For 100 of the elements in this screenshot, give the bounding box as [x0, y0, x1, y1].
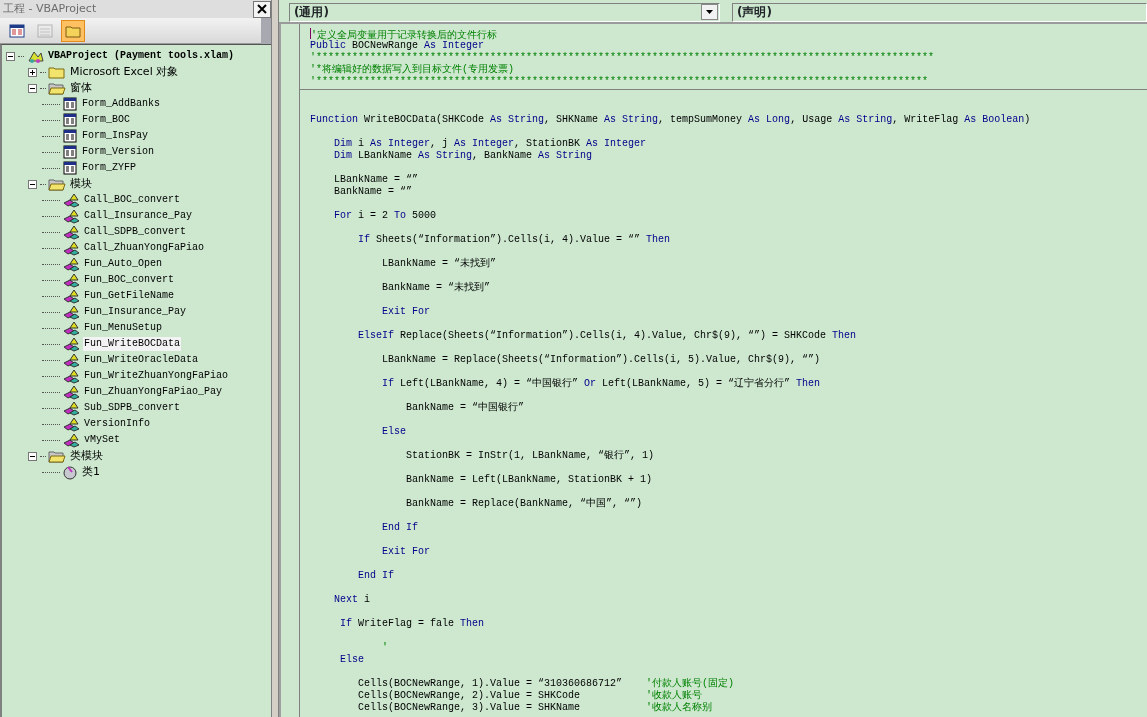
- code-line: If WriteFlag = fale Then: [339, 618, 486, 630]
- tree-item[interactable]: Fun_BOC_convert: [83, 273, 175, 287]
- caret-icon: [706, 10, 713, 14]
- tree-item[interactable]: Fun_WriteZhuanYongFaPiao: [83, 369, 230, 383]
- collapse-icon[interactable]: [28, 179, 37, 189]
- code-line: For i = 2 To 5000: [333, 210, 438, 222]
- expand-icon[interactable]: [28, 67, 37, 77]
- code-line: Cells(BOCNewRange, 2).Value = SHKCode '收款人账号: [357, 690, 704, 702]
- code-line: BankName = “”: [333, 186, 414, 198]
- code-line: '定义全局变量用于记录转换后的文件行标: [310, 28, 498, 40]
- module-icon: [62, 320, 80, 336]
- module-icon: [62, 288, 80, 304]
- code-line: LBankName = Replace(Sheets(“Information”).Cells(i, 5).Value, Chr$(9), “”): [381, 354, 822, 366]
- code-line: BankName = Left(LBankName, StationBK + 1): [405, 474, 654, 486]
- code-line: End If: [381, 522, 420, 534]
- code-line: ElseIf Replace(Sheets(“Information”).Cells(i, 4).Value, Chr$(9), “”) = SHKCode Then: [357, 330, 858, 342]
- module-icon: [62, 240, 80, 256]
- code-line: Next i: [333, 594, 372, 606]
- code-line: BankName = “中国银行”: [405, 402, 526, 414]
- module-icon: [62, 224, 80, 240]
- module-icon: [62, 336, 80, 352]
- tree-item[interactable]: 类模块: [69, 449, 104, 463]
- code-line: Cells(BOCNewRange, 3).Value = SHKName '收款人名称别: [357, 702, 714, 714]
- window-title: 工程 - VBAProject: [3, 0, 97, 17]
- code-line: LBankName = “未找到”: [381, 258, 498, 270]
- tree-item[interactable]: Fun_MenuSetup: [83, 321, 163, 335]
- open-folder-icon: [48, 448, 66, 464]
- module-icon: [62, 256, 80, 272]
- form-icon: [62, 96, 78, 112]
- class-module-icon: [62, 464, 78, 480]
- tree-item[interactable]: Form_AddBanks: [81, 97, 161, 111]
- tree-item[interactable]: 模块: [69, 177, 93, 191]
- module-icon: [62, 304, 80, 320]
- form-icon: [62, 112, 78, 128]
- tree-item[interactable]: Call_SDPB_convert: [83, 225, 188, 239]
- collapse-icon[interactable]: [6, 51, 15, 61]
- module-icon: [62, 368, 80, 384]
- code-line: Dim LBankName As String, BankName As String: [333, 150, 594, 162]
- code-line: '******************************************************************************************************: [310, 76, 930, 88]
- code-line: ': [381, 642, 389, 654]
- code-line: Function WriteBOCData(SHKCode As String, SHKName As String, tempSumMoney As Long, Usage As String, WriteFlag As Boolean): [310, 114, 1032, 126]
- code-line: BankName = “未找到”: [381, 282, 492, 294]
- folder-icon: [48, 64, 66, 80]
- open-folder-icon: [48, 80, 66, 96]
- module-icon: [62, 384, 80, 400]
- code-line: BankName = Replace(BankName, “中国”, “”): [405, 498, 644, 510]
- tree-item[interactable]: Call_Insurance_Pay: [83, 209, 194, 223]
- module-icon: [62, 432, 80, 448]
- tree-item[interactable]: Fun_Insurance_Pay: [83, 305, 188, 319]
- code-line: Public BOCNewRange As Integer: [310, 40, 485, 52]
- tree-item[interactable]: 窗体: [69, 81, 93, 95]
- code-line: '*******************************************************************************************************: [310, 52, 936, 64]
- tree-item[interactable]: Fun_GetFileName: [83, 289, 175, 303]
- form-view-icon: [37, 22, 53, 39]
- code-line: Else: [339, 654, 365, 666]
- form-icon: [62, 160, 78, 176]
- toolbar-grip[interactable]: [261, 18, 271, 44]
- collapse-icon[interactable]: [28, 83, 37, 93]
- tree-item[interactable]: VBAProject (Payment tools.xlam): [47, 49, 236, 63]
- module-icon: [62, 352, 80, 368]
- close-button[interactable]: [253, 0, 271, 18]
- tree-item[interactable]: 类1: [81, 465, 101, 479]
- code-line: Else: [381, 426, 407, 438]
- module-icon: [62, 192, 80, 208]
- code-line: If Left(LBankName, 4) = “中国银行” Or Left(LBankName, 5) = “辽宁省分行” Then: [381, 378, 822, 390]
- tree-item[interactable]: Fun_Auto_Open: [83, 257, 163, 271]
- tree-item[interactable]: vMySet: [83, 433, 121, 447]
- tree-item[interactable]: Microsoft Excel 对象: [69, 65, 180, 79]
- tree-item[interactable]: Sub_SDPB_convert: [83, 401, 181, 415]
- module-icon: [62, 208, 80, 224]
- code-line: Cells(BOCNewRange, 1).Value = “310360686712” '付款人账号(固定): [357, 678, 736, 690]
- tree-item[interactable]: Call_BOC_convert: [83, 193, 181, 207]
- tree-item[interactable]: Call_ZhuanYongFaPiao: [83, 241, 206, 255]
- dropdown-button[interactable]: [701, 4, 718, 20]
- code-line: '*将编辑好的数据写入到目标文件(专用发票): [310, 64, 515, 76]
- tree-item[interactable]: Form_BOC: [81, 113, 131, 127]
- module-icon: [62, 400, 80, 416]
- procedure-dropdown[interactable]: (声明): [732, 2, 1147, 22]
- code-view-icon: [9, 22, 25, 39]
- module-icon: [62, 416, 80, 432]
- code-line: LBankName = “”: [333, 174, 420, 186]
- tree-item[interactable]: Form_ZYFP: [81, 161, 137, 175]
- open-folder-icon: [48, 176, 66, 192]
- code-line: If Sheets(“Information”).Cells(i, 4).Value = “” Then: [357, 234, 672, 246]
- tree-item[interactable]: Form_InsPay: [81, 129, 149, 143]
- tree-item[interactable]: Form_Version: [81, 145, 155, 159]
- tree-item[interactable]: Fun_WriteOracleData: [83, 353, 200, 367]
- code-line: Dim i As Integer, j As Integer, StationBK As Integer: [333, 138, 648, 150]
- close-icon: [257, 4, 267, 14]
- tree-item[interactable]: Fun_ZhuanYongFaPiao_Pay: [83, 385, 224, 399]
- form-icon: [62, 128, 78, 144]
- tree-item[interactable]: Fun_WriteBOCData: [83, 337, 181, 351]
- code-line: End If: [357, 570, 395, 582]
- tree-item[interactable]: VersionInfo: [83, 417, 151, 431]
- module-icon: [62, 272, 80, 288]
- code-line: Exit For: [381, 546, 432, 558]
- object-dropdown[interactable]: (通用): [289, 2, 720, 22]
- code-line: StationBK = InStr(1, LBankName, “银行”, 1): [405, 450, 656, 462]
- collapse-icon[interactable]: [28, 451, 37, 461]
- form-icon: [62, 144, 78, 160]
